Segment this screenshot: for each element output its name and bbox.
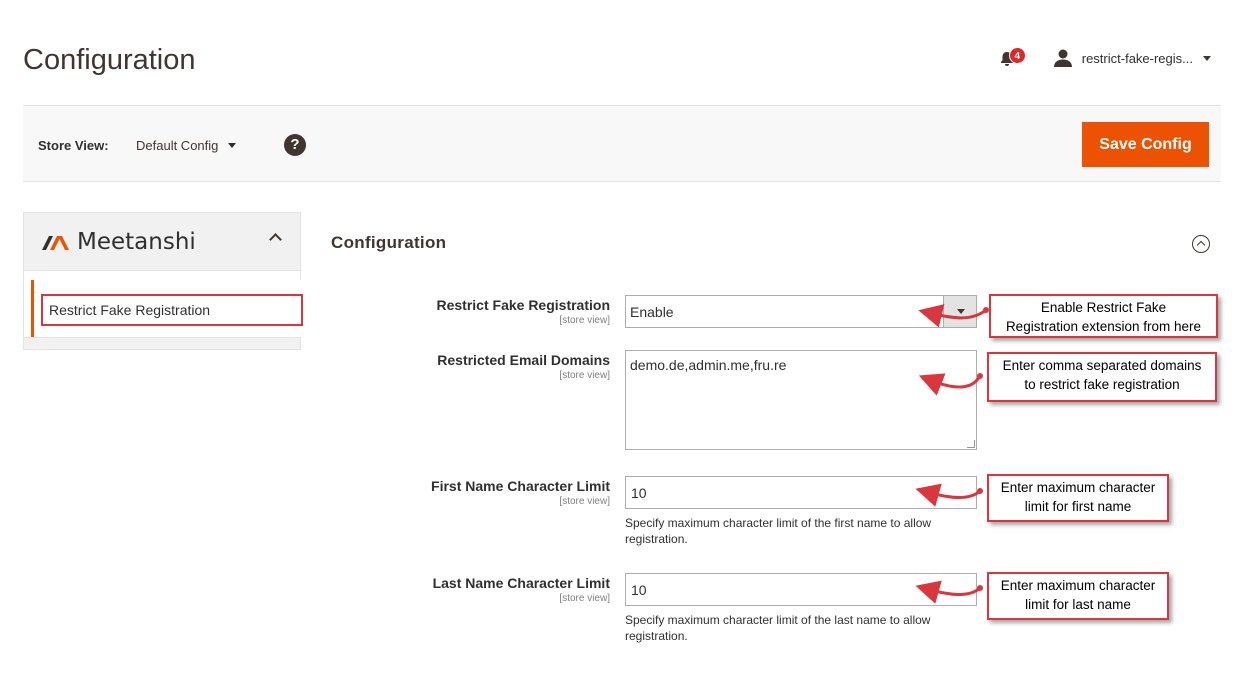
section-title[interactable]: Configuration xyxy=(331,233,446,253)
first-name-limit-note: Specify maximum character limit of the f… xyxy=(625,516,932,546)
chevron-down-icon xyxy=(1203,55,1211,61)
collapse-section-icon[interactable] xyxy=(1192,235,1210,253)
callout-line: limit for last name xyxy=(1025,597,1131,612)
field-label-restrict-fake-registration: Restrict Fake Registration xyxy=(436,297,611,313)
brand: Meetanshi xyxy=(41,229,196,255)
notification-count-badge: 4 xyxy=(1008,47,1026,64)
input-value: 10 xyxy=(631,485,647,501)
scope-label: [store view] xyxy=(559,370,610,381)
callout-first-name-limit: Enter maximum character limit for first … xyxy=(987,474,1169,522)
chevron-down-icon[interactable] xyxy=(943,296,976,327)
scope-label: [store view] xyxy=(559,593,610,604)
sidebar-item-label: Restrict Fake Registration xyxy=(41,294,303,326)
input-value: 10 xyxy=(631,582,647,598)
page-title: Configuration xyxy=(23,44,196,76)
sidebar-item-restrict-fake-registration[interactable]: Restrict Fake Registration xyxy=(31,280,303,337)
scope-label: [store view] xyxy=(559,496,610,507)
last-name-limit-input[interactable]: 10 xyxy=(625,573,977,606)
sidebar-tab-header[interactable]: Meetanshi xyxy=(24,213,300,271)
callout-line: Enable Restrict Fake xyxy=(1040,300,1167,315)
store-view-bar: Store View: Default Config ? Save Config xyxy=(23,105,1221,182)
callout-line: Registration extension from here xyxy=(1005,319,1202,334)
chevron-up-icon[interactable] xyxy=(269,233,282,246)
resize-handle-icon[interactable] xyxy=(967,440,975,448)
user-icon xyxy=(1053,49,1072,67)
user-name: restrict-fake-regis... xyxy=(1081,50,1193,66)
restricted-email-domains-textarea[interactable]: demo.de,admin.me,fru.re xyxy=(625,350,977,450)
callout-line: Enter comma separated domains xyxy=(1002,358,1202,373)
callout-line: Enter maximum character xyxy=(1000,480,1156,495)
callout-line: Enter maximum character xyxy=(1000,578,1156,593)
field-label-first-name-limit: First Name Character Limit xyxy=(431,478,610,494)
first-name-limit-input[interactable]: 10 xyxy=(625,476,977,509)
notifications-button[interactable]: 4 xyxy=(999,47,1026,69)
header-actions: 4 restrict-fake-regis... xyxy=(999,44,1211,72)
select-value: Enable xyxy=(630,304,674,320)
chevron-down-icon xyxy=(228,143,237,148)
scope-label: [store view] xyxy=(559,315,610,326)
config-sidebar: Meetanshi Restrict Fake Registration xyxy=(23,212,303,350)
sidebar-footer xyxy=(24,337,300,349)
store-view-value: Default Config xyxy=(136,138,219,153)
brand-name: Meetanshi xyxy=(77,229,196,255)
callout-last-name-limit: Enter maximum character limit for last n… xyxy=(987,572,1169,620)
user-account-menu[interactable]: restrict-fake-regis... xyxy=(1053,49,1211,67)
textarea-value: demo.de,admin.me,fru.re xyxy=(630,357,787,373)
store-view-label: Store View: xyxy=(38,138,109,153)
restrict-fake-registration-select[interactable]: Enable xyxy=(625,295,977,328)
store-view-switcher[interactable]: Default Config xyxy=(136,138,237,153)
help-icon[interactable]: ? xyxy=(284,134,306,156)
callout-line: limit for first name xyxy=(1024,499,1132,514)
callout-email-domains: Enter comma separated domains to restric… xyxy=(987,352,1217,402)
callout-enable-extension: Enable Restrict Fake Registration extens… xyxy=(989,294,1218,338)
field-label-restricted-email-domains: Restricted Email Domains xyxy=(437,352,610,368)
meetanshi-logo-icon xyxy=(42,236,69,250)
last-name-limit-note: Specify maximum character limit of the l… xyxy=(625,613,931,643)
field-label-last-name-limit: Last Name Character Limit xyxy=(432,575,610,591)
save-config-button[interactable]: Save Config xyxy=(1082,122,1209,167)
callout-line: to restrict fake registration xyxy=(1024,377,1180,392)
